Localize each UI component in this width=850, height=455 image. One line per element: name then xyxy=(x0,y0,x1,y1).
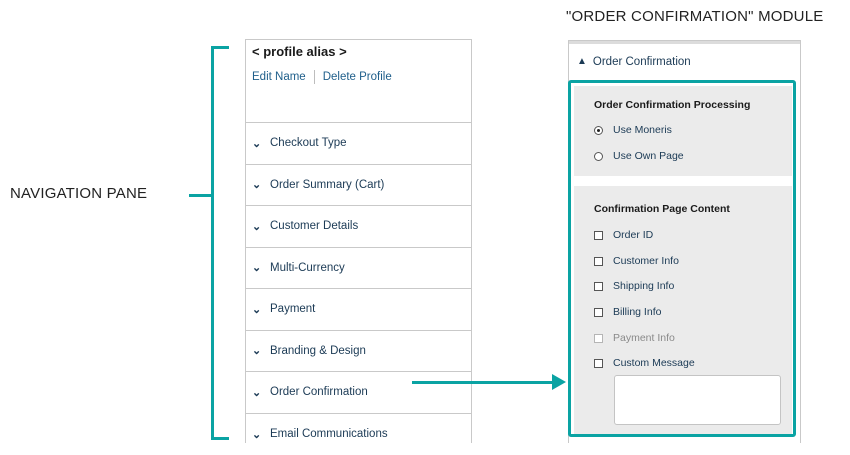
nav-item-payment[interactable]: ⌄ Payment xyxy=(246,289,471,331)
nav-item-email-communications[interactable]: ⌄ Email Communications xyxy=(246,414,471,455)
profile-actions: Edit Name Delete Profile xyxy=(252,70,392,84)
profile-header: < profile alias > Edit Name Delete Profil… xyxy=(246,40,471,123)
nav-item-label: Email Communications xyxy=(270,428,388,440)
nav-item-label: Order Confirmation xyxy=(270,386,368,398)
chevron-up-icon: ▲ xyxy=(577,56,587,67)
module-annotation-label: "ORDER CONFIRMATION" MODULE xyxy=(566,8,823,25)
bracket-vertical xyxy=(211,46,214,440)
chevron-down-icon: ⌄ xyxy=(252,178,264,191)
nav-item-order-confirmation[interactable]: ⌄ Order Confirmation xyxy=(246,372,471,414)
pointer-arrow-head xyxy=(552,374,566,390)
nav-item-label: Order Summary (Cart) xyxy=(270,179,384,191)
nav-item-label: Checkout Type xyxy=(270,137,347,149)
bracket-top-tick xyxy=(211,46,229,49)
module-header[interactable]: ▲ Order Confirmation xyxy=(569,41,800,79)
nav-item-label: Payment xyxy=(270,303,315,315)
nav-item-checkout-type[interactable]: ⌄ Checkout Type xyxy=(246,123,471,165)
pointer-arrow-line xyxy=(412,381,557,384)
nav-item-label: Customer Details xyxy=(270,220,358,232)
chevron-down-icon: ⌄ xyxy=(252,386,264,399)
chevron-down-icon: ⌄ xyxy=(252,303,264,316)
chevron-down-icon: ⌄ xyxy=(252,428,264,441)
module-highlight-frame xyxy=(568,80,796,437)
nav-item-multi-currency[interactable]: ⌄ Multi-Currency xyxy=(246,248,471,290)
nav-item-order-summary[interactable]: ⌄ Order Summary (Cart) xyxy=(246,165,471,207)
nav-item-label: Multi-Currency xyxy=(270,262,345,274)
nav-item-label: Branding & Design xyxy=(270,345,366,357)
link-divider xyxy=(314,70,315,84)
delete-profile-link[interactable]: Delete Profile xyxy=(323,71,392,83)
chevron-down-icon: ⌄ xyxy=(252,261,264,274)
bracket-bottom-tick xyxy=(211,437,229,440)
navigation-pane-annotation-label: NAVIGATION PANE xyxy=(10,185,147,202)
nav-item-customer-details[interactable]: ⌄ Customer Details xyxy=(246,206,471,248)
chevron-down-icon: ⌄ xyxy=(252,137,264,150)
bracket-pointer xyxy=(189,194,213,197)
module-header-label: Order Confirmation xyxy=(593,56,691,68)
chevron-down-icon: ⌄ xyxy=(252,220,264,233)
edit-name-link[interactable]: Edit Name xyxy=(252,71,306,83)
chevron-down-icon: ⌄ xyxy=(252,344,264,357)
profile-alias: < profile alias > xyxy=(252,44,347,59)
nav-item-branding-design[interactable]: ⌄ Branding & Design xyxy=(246,331,471,373)
